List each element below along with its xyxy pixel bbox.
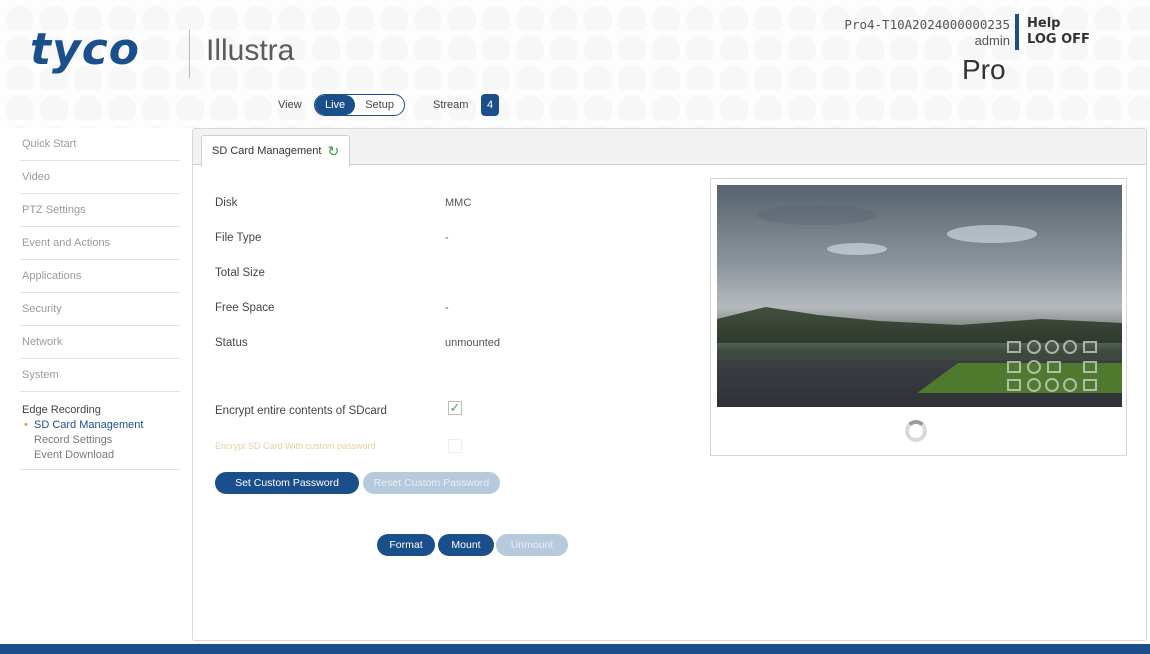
stream-label: Stream — [433, 99, 469, 111]
free-space-value: - — [445, 302, 449, 314]
ptz-control-icon[interactable] — [1083, 379, 1097, 391]
device-id: Pro4-T10A2024000000235 — [844, 17, 1010, 32]
encrypt-label: Encrypt entire contents of SDcard — [215, 405, 387, 417]
ptz-control-icon[interactable] — [1045, 340, 1059, 354]
reset-custom-password-button[interactable]: Reset Custom Password — [363, 472, 500, 494]
tab-sd-card-management[interactable]: SD Card Management ↻ — [201, 135, 351, 166]
custom-password-checkbox[interactable] — [448, 439, 462, 453]
cloud-shape — [757, 205, 877, 225]
view-label: View — [278, 99, 302, 111]
status-label: Status — [215, 337, 248, 349]
disk-label: Disk — [215, 197, 238, 209]
file-type-label: File Type — [215, 232, 262, 244]
sidebar-item-event-download[interactable]: Event Download — [22, 448, 180, 463]
sidebar-item-security[interactable]: Security — [20, 293, 180, 326]
ptz-control-icon[interactable] — [1063, 378, 1077, 392]
stream-selector[interactable]: 4 — [481, 94, 499, 116]
view-toggle: Live Setup — [314, 94, 405, 116]
ptz-control-icon[interactable] — [1027, 340, 1041, 354]
format-button[interactable]: Format — [377, 534, 435, 556]
tyco-logo: tyco — [30, 24, 141, 75]
logoff-link[interactable]: LOG OFF — [1027, 32, 1090, 47]
view-live-button[interactable]: Live — [315, 95, 356, 115]
ptz-control-icon[interactable] — [1045, 378, 1059, 392]
header-accent-bar — [1015, 14, 1019, 50]
ptz-control-icon[interactable] — [1047, 361, 1061, 373]
sidebar-item-record-settings[interactable]: Record Settings — [22, 433, 180, 448]
free-space-label: Free Space — [215, 302, 275, 314]
sidebar-item-sd-card-management[interactable]: SD Card Management — [22, 418, 180, 433]
cloud-shape — [947, 225, 1037, 243]
ptz-control-icon[interactable] — [1063, 340, 1077, 354]
sidebar-item-edge-recording[interactable]: Edge Recording — [22, 402, 180, 418]
disk-value: MMC — [445, 197, 472, 209]
help-link[interactable]: Help — [1027, 16, 1060, 31]
footer-bar — [0, 644, 1150, 654]
ptz-control-icon[interactable] — [1007, 361, 1021, 373]
ptz-control-icon[interactable] — [1083, 341, 1097, 353]
tab-bar: SD Card Management ↻ — [193, 129, 1146, 166]
sidebar-item-applications[interactable]: Applications — [20, 260, 180, 293]
tab-label: SD Card Management — [212, 145, 322, 157]
ptz-control-icon[interactable] — [1007, 379, 1021, 391]
sidebar-item-quick-start[interactable]: Quick Start — [20, 128, 180, 161]
illustra-logo: Illustra — [206, 34, 295, 67]
sidebar-item-network[interactable]: Network — [20, 326, 180, 359]
file-type-value: - — [445, 232, 449, 244]
ptz-control-icon[interactable] — [1027, 360, 1041, 374]
sidebar-item-ptz-settings[interactable]: PTZ Settings — [20, 194, 180, 227]
sidebar: Quick Start Video PTZ Settings Event and… — [20, 128, 180, 470]
sidebar-item-event-actions[interactable]: Event and Actions — [20, 227, 180, 260]
edition-label: Pro — [962, 54, 1006, 85]
cloud-shape — [827, 243, 887, 255]
logo-divider — [189, 30, 190, 78]
main-panel: SD Card Management ↻ Disk MMC File Type … — [192, 128, 1147, 641]
video-preview-frame — [710, 178, 1127, 456]
live-video-stream[interactable] — [717, 185, 1122, 407]
sidebar-group-edge-recording: Edge Recording SD Card Management Record… — [20, 392, 180, 470]
ptz-controls-overlay[interactable] — [1007, 335, 1117, 395]
ptz-control-icon[interactable] — [1027, 378, 1041, 392]
set-custom-password-button[interactable]: Set Custom Password — [215, 472, 359, 494]
loading-spinner-icon — [905, 420, 927, 442]
refresh-icon[interactable]: ↻ — [327, 144, 339, 158]
mount-button[interactable]: Mount — [438, 534, 494, 556]
view-setup-button[interactable]: Setup — [355, 95, 404, 115]
sidebar-item-system[interactable]: System — [20, 359, 180, 392]
header: tyco Illustra Pro4-T10A2024000000235 adm… — [0, 0, 1150, 128]
ptz-control-icon[interactable] — [1083, 361, 1097, 373]
total-size-label: Total Size — [215, 267, 265, 279]
custom-password-option-label: Encrypt SD Card With custom password — [215, 441, 376, 451]
encrypt-checkbox[interactable]: ✓ — [448, 401, 462, 415]
sidebar-item-video[interactable]: Video — [20, 161, 180, 194]
status-value: unmounted — [445, 337, 501, 349]
username: admin — [974, 33, 1010, 48]
unmount-button[interactable]: Unmount — [496, 534, 568, 556]
ptz-control-icon[interactable] — [1007, 341, 1021, 353]
